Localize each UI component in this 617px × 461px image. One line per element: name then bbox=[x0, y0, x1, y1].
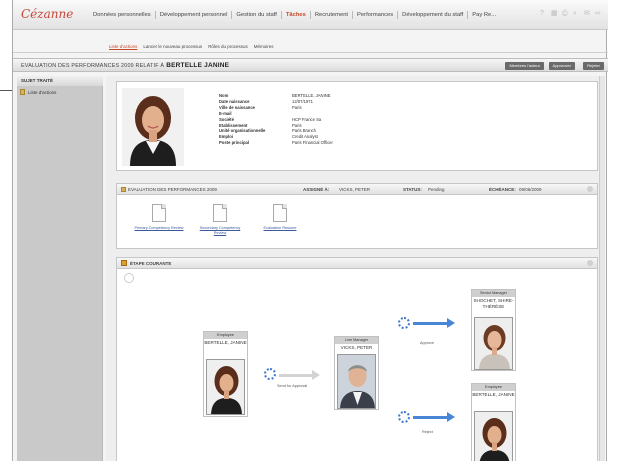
status-value: Pending bbox=[428, 187, 445, 192]
workflow-card-employee[interactable]: Employee BERTELLE, JANINE bbox=[203, 331, 248, 417]
sidebar-item-action-list[interactable]: Liste d'actions bbox=[20, 89, 56, 95]
current-step-panel: Étape courante Employee BERTELLE, JANINE… bbox=[116, 257, 598, 461]
workflow-arrowhead bbox=[447, 318, 455, 328]
current-step-header: Étape courante bbox=[117, 258, 597, 269]
profile-field-value: Paris Financial Officer bbox=[292, 140, 333, 146]
vertical-scrollbar[interactable] bbox=[599, 76, 605, 461]
collapse-icon[interactable] bbox=[587, 186, 593, 192]
sub-navigation: Liste d'actions Lancer le nouveau process… bbox=[109, 44, 273, 49]
nav-item[interactable]: Développement du staff bbox=[398, 11, 469, 19]
workflow-icon bbox=[121, 260, 127, 266]
subnav-item[interactable]: Liste d'actions bbox=[109, 44, 137, 49]
employee-photo bbox=[122, 88, 184, 166]
document-icon[interactable] bbox=[213, 204, 227, 222]
top-navigation-bar: Cézanne Données personnelles Développemen… bbox=[13, 0, 608, 30]
evaluation-panel: Evaluation des performances 2009 Assigné… bbox=[116, 183, 598, 249]
reject-label: Reject bbox=[422, 430, 433, 434]
page-title-person: BERTELLE JANINE bbox=[166, 62, 230, 69]
document-link-primary[interactable]: Primary Competency Review bbox=[132, 226, 186, 231]
workflow-node bbox=[398, 411, 410, 423]
divider bbox=[13, 52, 608, 53]
workflow-arrow bbox=[413, 416, 447, 419]
evaluation-panel-header: Evaluation des performances 2009 Assigné… bbox=[117, 184, 597, 195]
profile-field-values: BERTELLE, JANINE 12/07/1971 Paris HCP Fran… bbox=[292, 93, 333, 146]
workflow-card-line-manager[interactable]: Line Manager VICKS, PETER bbox=[334, 336, 379, 410]
document-link-secondary[interactable]: Secondary Competency Review bbox=[193, 226, 247, 236]
assigned-label: Assigné à: bbox=[303, 187, 330, 192]
due-label: Échéance: bbox=[489, 187, 516, 192]
workflow-node bbox=[264, 368, 276, 380]
workflow-card-senior-manager[interactable]: Senior Manager SHOCHET, SHIRE-THÉRÈSE bbox=[471, 289, 516, 371]
app-logo[interactable]: Cézanne bbox=[21, 7, 73, 21]
help-icon[interactable]: ? bbox=[540, 10, 547, 18]
main-nav: Données personnelles Développement person… bbox=[89, 11, 500, 19]
workflow-arrow bbox=[279, 374, 312, 377]
page-title-prefix: Evaluation des performances 2009 relatif… bbox=[21, 63, 165, 69]
app-window: Cézanne Données personnelles Développemen… bbox=[12, 0, 608, 461]
collapse-icon[interactable] bbox=[587, 260, 593, 266]
sidebar-header: Sujet traité bbox=[17, 76, 103, 86]
due-value: 09/06/2009 bbox=[519, 187, 542, 192]
profile-field-label: Poste principal bbox=[219, 140, 250, 146]
main-content: Nom Date naissance Ville de naissance E-mai… bbox=[106, 76, 604, 461]
status-label: Status: bbox=[403, 187, 422, 192]
toolbar-icons: ? ▦ ⎙ ⌕ ✉ ⇨ bbox=[540, 10, 602, 18]
card-role: Employee bbox=[204, 332, 247, 339]
sidebar: Sujet traité Liste d'actions bbox=[17, 76, 103, 461]
profile-field-labels: Nom Date naissance Ville de naissance E-mai… bbox=[219, 93, 265, 146]
assign-actor-button[interactable]: Membres l'acteur bbox=[505, 62, 544, 70]
mail-icon[interactable]: ✉ bbox=[584, 10, 591, 18]
subnav-item[interactable]: Mémoires bbox=[254, 44, 274, 49]
send-for-approval-label: Send for Approval bbox=[277, 384, 308, 388]
nav-item[interactable]: Gestion du staff bbox=[232, 11, 282, 19]
page-title: Evaluation des performances 2009 relatif… bbox=[21, 62, 229, 69]
workflow-arrow bbox=[413, 322, 447, 325]
card-role: Employee bbox=[472, 384, 515, 391]
document-link-resume[interactable]: Evaluation Resume bbox=[253, 226, 307, 231]
manager-photo bbox=[337, 354, 376, 409]
senior-manager-photo bbox=[474, 317, 513, 370]
workflow-arrowhead bbox=[312, 370, 320, 380]
workflow-card-employee-reject[interactable]: Employee BERTELLE, JANINE bbox=[471, 383, 516, 461]
calendar-icon[interactable]: ▦ bbox=[551, 10, 558, 18]
card-role: Senior Manager bbox=[472, 290, 515, 297]
approve-label: Approve bbox=[420, 341, 435, 345]
folder-icon bbox=[121, 187, 126, 192]
zoom-icon[interactable] bbox=[124, 273, 134, 283]
nav-item[interactable]: Performances bbox=[353, 11, 399, 19]
subnav-item[interactable]: Lancer le nouveau processus bbox=[143, 44, 202, 49]
approve-button[interactable]: Approuver bbox=[548, 62, 575, 70]
search-icon[interactable]: ⌕ bbox=[573, 10, 580, 18]
nav-item[interactable]: Tâches bbox=[282, 11, 311, 19]
card-name: BERTELLE, JANINE bbox=[204, 340, 247, 345]
subnav-item[interactable]: Rôles du processus bbox=[208, 44, 248, 49]
print-icon[interactable]: ⎙ bbox=[562, 10, 569, 18]
evaluation-title: Evaluation des performances 2009 bbox=[128, 187, 217, 192]
document-icon[interactable] bbox=[152, 204, 166, 222]
employee-photo bbox=[474, 411, 513, 461]
nav-item[interactable]: Recrutement bbox=[311, 11, 354, 19]
card-name: SHOCHET, SHIRE-THÉRÈSE bbox=[473, 298, 514, 309]
card-name: VICKS, PETER bbox=[340, 345, 373, 350]
document-icon[interactable] bbox=[273, 204, 287, 222]
page-title-bar: Evaluation des performances 2009 relatif… bbox=[13, 58, 608, 72]
reject-button[interactable]: Rejeter bbox=[583, 62, 604, 70]
card-role: Line Manager bbox=[335, 337, 378, 344]
card-name: BERTELLE, JANINE bbox=[472, 392, 515, 397]
assigned-value: VICKS, PETER bbox=[339, 187, 371, 192]
folder-icon bbox=[20, 89, 25, 95]
nav-item[interactable]: Pay Re... bbox=[468, 11, 500, 19]
workflow-node bbox=[398, 317, 410, 329]
employee-photo bbox=[206, 359, 245, 415]
profile-panel: Nom Date naissance Ville de naissance E-mai… bbox=[116, 81, 598, 171]
sidebar-item-label: Liste d'actions bbox=[28, 89, 57, 95]
logout-icon[interactable]: ⇨ bbox=[595, 10, 602, 18]
nav-item[interactable]: Développement personnel bbox=[156, 11, 233, 19]
workflow-arrowhead bbox=[447, 412, 455, 422]
nav-item[interactable]: Données personnelles bbox=[89, 11, 156, 19]
current-step-title: Étape courante bbox=[130, 261, 172, 266]
screenshot-frame: Cézanne Données personnelles Développemen… bbox=[0, 0, 617, 461]
